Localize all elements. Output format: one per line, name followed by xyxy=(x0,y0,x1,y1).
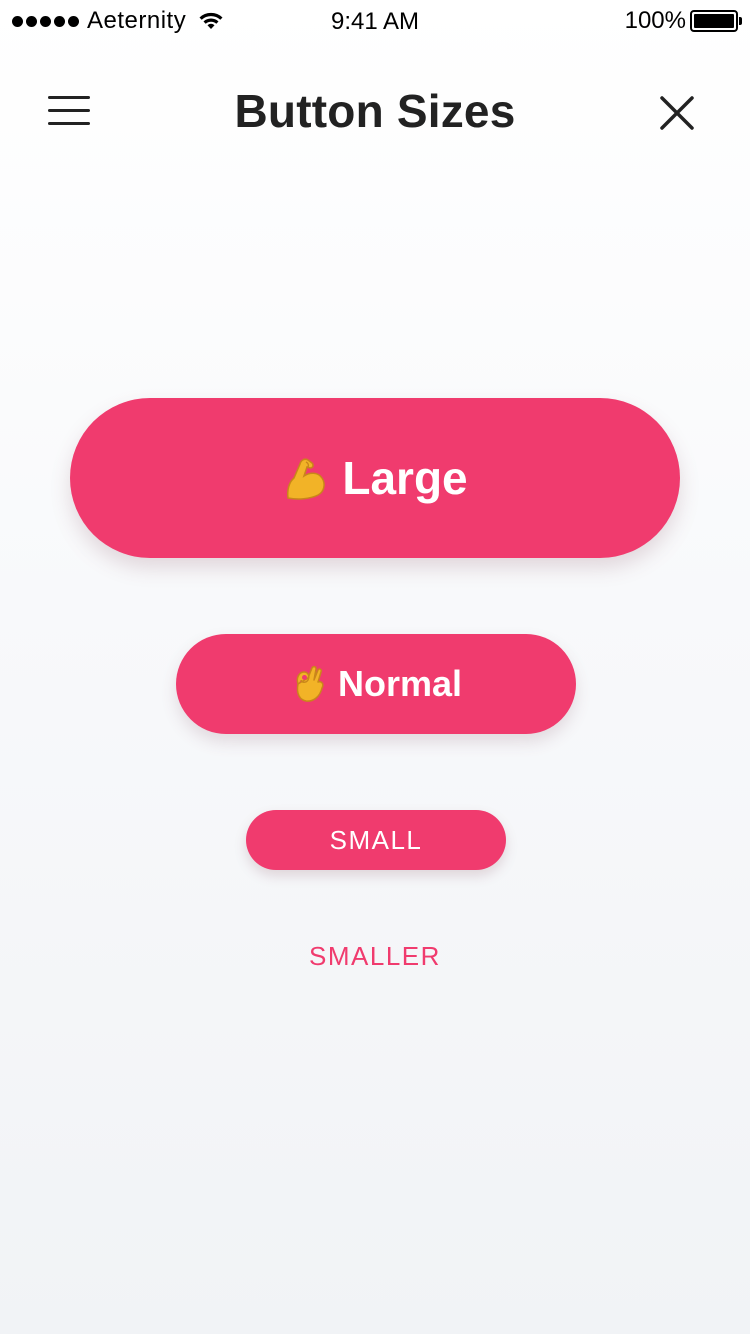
ok-hand-icon xyxy=(290,664,326,704)
large-button-label: Large xyxy=(342,452,468,504)
smaller-button[interactable]: SMALLER xyxy=(275,934,475,978)
status-right: 100% xyxy=(624,6,742,36)
page-title: Button Sizes xyxy=(234,85,516,137)
normal-button[interactable]: Normal xyxy=(176,634,576,734)
smaller-button-label: SMALLER xyxy=(309,940,441,971)
status-bar: Aeternity 9:41 AM 100% xyxy=(0,0,750,40)
small-button-label: SMALL xyxy=(329,824,423,855)
normal-button-label: Normal xyxy=(337,663,463,704)
nav-bar: Button Sizes xyxy=(0,70,750,150)
flexed-biceps-icon xyxy=(282,454,330,502)
close-icon[interactable] xyxy=(656,92,698,134)
small-button[interactable]: SMALL xyxy=(246,810,506,870)
battery-icon xyxy=(690,10,742,32)
battery-percentage: 100% xyxy=(624,7,686,34)
large-button[interactable]: Large xyxy=(70,398,680,558)
